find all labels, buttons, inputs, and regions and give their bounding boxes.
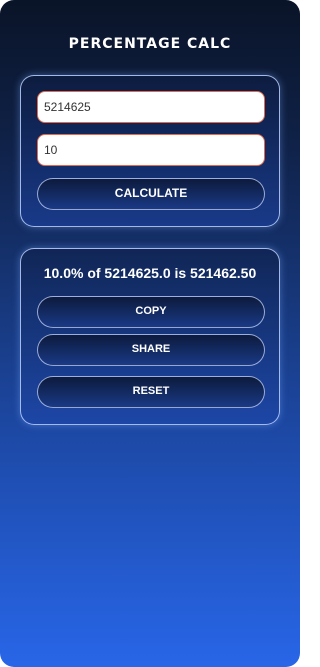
reset-button[interactable]: RESET [37, 376, 265, 408]
calculate-button[interactable]: CALCULATE [37, 178, 265, 210]
copy-button[interactable]: COPY [37, 296, 265, 328]
amount-input[interactable] [37, 91, 265, 123]
app-screen: PERCENTAGE CALC CALCULATE 10.0% of 52146… [0, 0, 300, 667]
share-button[interactable]: SHARE [37, 334, 265, 366]
percent-input[interactable] [37, 134, 265, 166]
result-card: 10.0% of 5214625.0 is 521462.50 COPY SHA… [20, 248, 280, 425]
input-card: CALCULATE [20, 75, 280, 227]
app-title: PERCENTAGE CALC [68, 36, 232, 52]
result-text: 10.0% of 5214625.0 is 521462.50 [43, 265, 257, 281]
